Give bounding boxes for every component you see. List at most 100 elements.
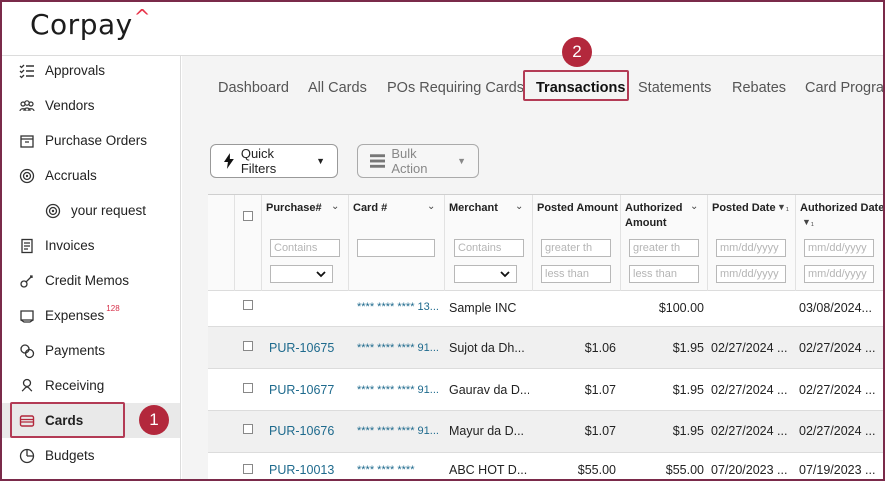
bulk-action-button[interactable]: Bulk Action ▼ [357, 144, 479, 178]
box-icon [18, 132, 36, 150]
sidebar-item-label: Vendors [45, 98, 95, 113]
authorized-date-to-input[interactable] [804, 265, 874, 283]
tab-transactions[interactable]: Transactions [536, 80, 625, 96]
tab-all-cards[interactable]: All Cards [308, 80, 367, 96]
caret-down-icon: ▼ [457, 156, 466, 166]
top-bar: Corpay^ [2, 2, 883, 56]
cell-card[interactable]: **** **** **** 91... [357, 425, 443, 437]
quick-filters-button[interactable]: Quick Filters ▼ [210, 144, 338, 178]
cell-card[interactable]: **** **** **** [357, 464, 443, 476]
cell-authorized-amount: $1.95 [672, 383, 704, 397]
header-card[interactable]: Card # [353, 201, 387, 216]
sidebar-item-approvals[interactable]: Approvals [2, 53, 180, 88]
posted-date-to-input[interactable] [716, 265, 786, 283]
row-checkbox[interactable] [243, 341, 253, 351]
sidebar-item-credit-memos[interactable]: Credit Memos [2, 263, 180, 298]
people-icon [18, 97, 36, 115]
header-posted-date[interactable]: Posted Date [712, 201, 776, 216]
header-merchant[interactable]: Merchant [449, 201, 498, 216]
cell-card[interactable]: **** **** **** 91... [357, 384, 443, 396]
purchase-filter-input[interactable] [270, 239, 340, 257]
posted-amount-gt-input[interactable] [541, 239, 611, 257]
chevron-down-icon[interactable]: ⌄ [515, 201, 523, 212]
cell-merchant: Mayur da D... [449, 424, 525, 438]
cell-posted-amount: $1.07 [584, 383, 616, 397]
cell-posted-amount: $1.06 [584, 341, 616, 355]
sidebar-item-expenses[interactable]: Expenses 128 [2, 298, 180, 333]
chevron-down-icon[interactable]: ⌄ [690, 201, 698, 212]
sidebar-item-label: Purchase Orders [45, 133, 148, 148]
transactions-grid: Purchase# ⌄ Card # ⌄ Merchant ⌄ Posted A… [208, 194, 883, 479]
cell-merchant: Sample INC [449, 301, 517, 315]
sort-desc-icon[interactable]: ▼₁ [802, 217, 814, 227]
header-authorized-date[interactable]: Authorized Date [800, 201, 883, 216]
callout-badge-2: 2 [562, 37, 592, 67]
tab-rebates[interactable]: Rebates [732, 80, 786, 96]
sidebar-item-budgets[interactable]: Budgets [2, 438, 180, 473]
purchase-filter-select[interactable] [270, 265, 333, 283]
sidebar-item-purchase-orders[interactable]: Purchase Orders [2, 123, 180, 158]
cell-authorized-amount: $1.95 [672, 424, 704, 438]
corpay-logo[interactable]: Corpay^ [30, 5, 151, 41]
sidebar-item-label: Approvals [45, 63, 106, 78]
authorized-amount-lt-input[interactable] [629, 265, 699, 283]
authorized-date-from-input[interactable] [804, 239, 874, 257]
sidebar-item-payments[interactable]: Payments [2, 333, 180, 368]
card-filter-input[interactable] [357, 239, 435, 257]
cell-posted-amount: $55.00 [577, 463, 616, 477]
header-authorized-amount-line1: Authorized [625, 202, 683, 214]
cell-posted-date: 02/27/2024 ... [711, 341, 788, 355]
sidebar-item-vendors[interactable]: Vendors [2, 88, 180, 123]
row-checkbox[interactable] [243, 300, 253, 310]
cell-authorized-date: 02/27/2024 ... [799, 341, 876, 355]
table-row[interactable] [208, 291, 883, 326]
invoice-icon [18, 237, 36, 255]
cell-purchase[interactable]: PUR-10677 [269, 383, 345, 397]
sidebar-item-accruals[interactable]: Accruals [2, 158, 180, 193]
merchant-filter-select[interactable] [454, 265, 517, 283]
merchant-filter-input[interactable] [454, 239, 524, 257]
sidebar-item-label: Invoices [45, 238, 95, 253]
posted-date-from-input[interactable] [716, 239, 786, 257]
row-checkbox[interactable] [243, 464, 253, 474]
header-purchase[interactable]: Purchase# [266, 201, 322, 216]
sidebar-item-label: your request [71, 203, 147, 218]
tab-card-program[interactable]: Card Program [805, 80, 883, 96]
cell-authorized-date: 02/27/2024 ... [799, 383, 876, 397]
row-checkbox[interactable] [243, 383, 253, 393]
caret-down-icon: ▼ [316, 156, 325, 166]
sort-desc-icon[interactable]: ▼₁ [777, 202, 789, 212]
hand-icon [18, 377, 36, 395]
header-posted-amount[interactable]: Posted Amount [537, 201, 618, 216]
sidebar-item-receiving[interactable]: Receiving [2, 368, 180, 403]
cell-purchase[interactable]: PUR-10013 [269, 463, 345, 477]
tab-bar: Dashboard All Cards POs Requiring Cards … [182, 56, 883, 118]
tab-statements[interactable]: Statements [638, 80, 711, 96]
lightning-icon [223, 153, 234, 169]
tab-pos-requiring-cards[interactable]: POs Requiring Cards [387, 80, 524, 96]
cell-posted-date: 02/27/2024 ... [711, 383, 788, 397]
target-icon [44, 202, 62, 220]
tab-dashboard[interactable]: Dashboard [218, 80, 289, 96]
cell-purchase[interactable]: PUR-10676 [269, 424, 345, 438]
row-checkbox[interactable] [243, 424, 253, 434]
select-all-checkbox[interactable] [243, 211, 253, 221]
cell-card[interactable]: **** **** **** 91... [357, 342, 443, 354]
main-content: Dashboard All Cards POs Requiring Cards … [182, 37, 883, 479]
sidebar: Approvals Vendors Purchase Orders Accrua… [2, 53, 181, 479]
sidebar-item-label: Expenses [45, 308, 105, 323]
cell-purchase[interactable]: PUR-10675 [269, 341, 345, 355]
chevron-down-icon[interactable]: ⌄ [331, 201, 339, 212]
header-authorized-amount[interactable]: Authorized Amount [625, 201, 682, 231]
cell-authorized-date: 03/08/2024... [799, 301, 872, 315]
posted-amount-lt-input[interactable] [541, 265, 611, 283]
logo-text: Corpay [30, 8, 133, 41]
sidebar-item-your-request[interactable]: your request [2, 193, 180, 228]
cell-merchant: ABC HOT D... [449, 463, 528, 477]
list-icon [370, 154, 386, 168]
authorized-amount-gt-input[interactable] [629, 239, 699, 257]
chevron-down-icon[interactable]: ⌄ [427, 201, 435, 212]
cell-card[interactable]: **** **** **** 13... [357, 301, 443, 313]
sidebar-item-invoices[interactable]: Invoices [2, 228, 180, 263]
dollar-key-icon [18, 272, 36, 290]
